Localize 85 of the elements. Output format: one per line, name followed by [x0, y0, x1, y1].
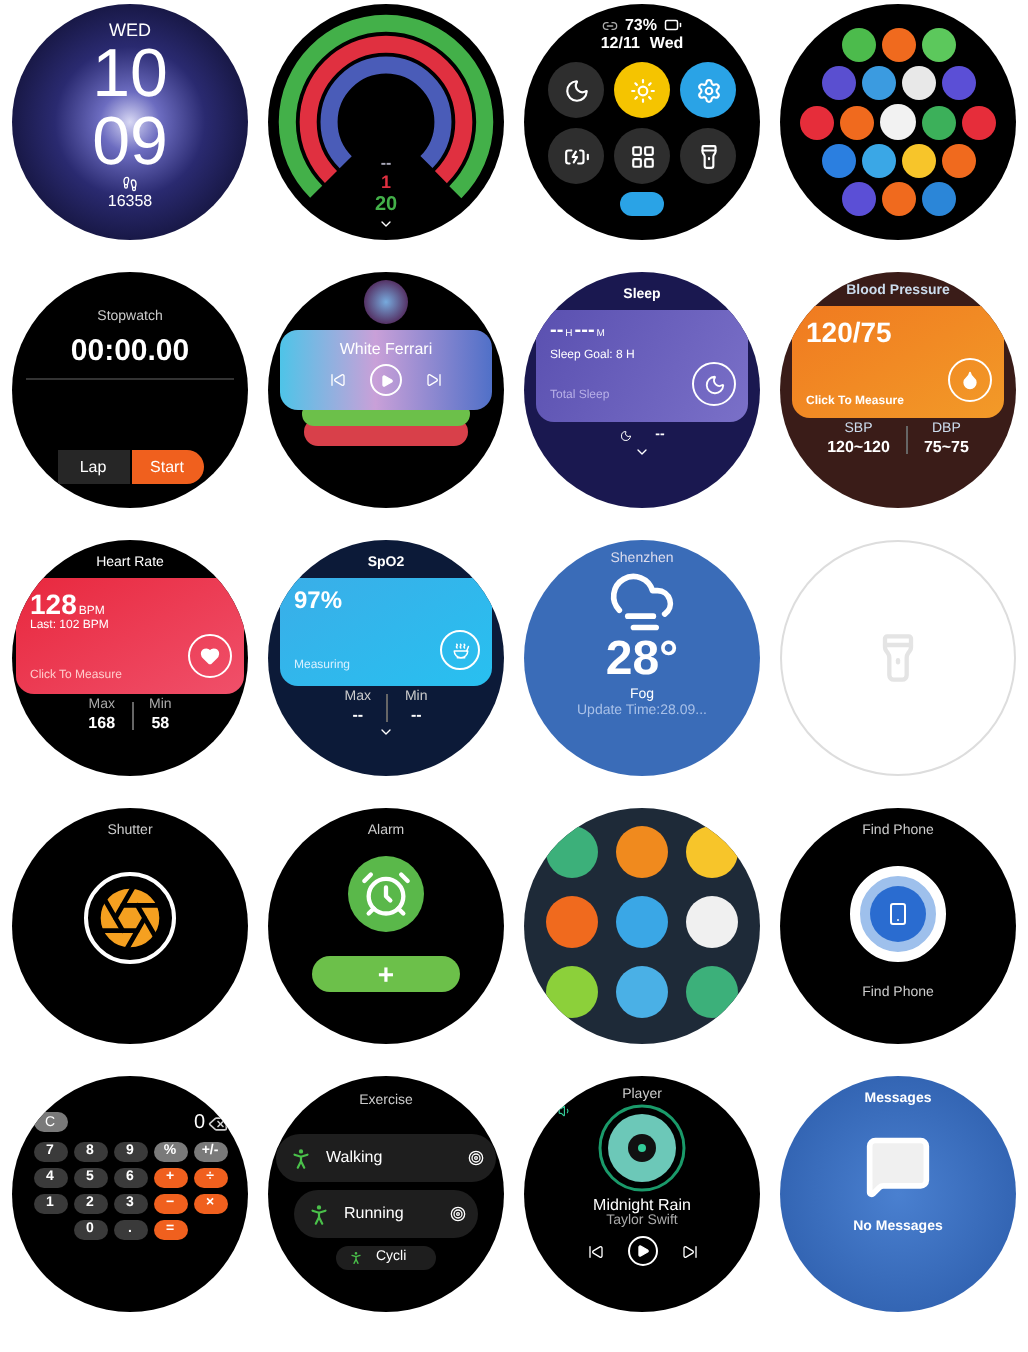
app-icon[interactable] — [686, 896, 738, 948]
app-icon[interactable] — [686, 966, 738, 1018]
app-icon[interactable] — [861, 144, 895, 178]
pressure-value: 120/75 — [806, 316, 894, 349]
chevron-icon — [378, 216, 394, 232]
stat-value: 120~120 — [827, 438, 890, 457]
weekday-text: Wed — [649, 34, 684, 53]
stat-value: -- — [410, 706, 422, 725]
stat-value: 168 — [88, 714, 116, 733]
next-icon[interactable] — [681, 1243, 697, 1260]
app-icon[interactable] — [616, 826, 668, 878]
settings-toggle[interactable] — [680, 62, 736, 119]
value-text: 20 — [374, 193, 398, 216]
vinyl-record-drawing — [598, 1104, 686, 1193]
settings-icon — [695, 77, 721, 104]
assistant-orb-icon — [364, 280, 408, 324]
app-icon[interactable] — [546, 966, 598, 1018]
app-icon[interactable] — [841, 28, 875, 62]
app-icon[interactable] — [901, 144, 935, 178]
app-icon[interactable] — [901, 66, 935, 100]
target-icon[interactable] — [468, 1150, 484, 1167]
app-icon[interactable] — [880, 104, 916, 140]
exercise-item[interactable]: Running — [294, 1190, 478, 1239]
heart-rate-value: 128 — [30, 588, 77, 621]
stopwatch-time: 00:00.00 — [70, 334, 190, 369]
brightness-icon — [629, 77, 655, 104]
app-icon[interactable] — [922, 105, 956, 139]
flashlight-toggle[interactable] — [680, 128, 736, 185]
date-text: 12/11 — [600, 34, 640, 53]
person-icon — [306, 1201, 332, 1228]
stat-value: -- — [352, 706, 364, 725]
flashlight-icon — [695, 143, 721, 170]
value-text: 1 — [380, 172, 391, 193]
message-icon — [864, 1132, 932, 1201]
dash-text: -- — [380, 153, 392, 173]
person-icon — [288, 1145, 314, 1172]
backspace-icon[interactable] — [207, 1113, 227, 1134]
lap-button[interactable]: Lap — [57, 450, 129, 485]
battery-icon — [663, 16, 681, 35]
moon-icon — [563, 77, 589, 104]
footprints-icon — [122, 176, 138, 193]
find-phone-button[interactable] — [850, 866, 946, 963]
previous-icon[interactable] — [587, 1243, 603, 1260]
app-icon[interactable] — [881, 182, 915, 216]
calculator-display: 0 — [193, 1112, 205, 1135]
spo2-value: 97% — [294, 588, 345, 616]
apps-icon — [629, 143, 655, 170]
battery-toggle[interactable] — [548, 128, 604, 185]
step-count: 16358 — [107, 192, 153, 212]
alarm-clock-icon — [348, 856, 424, 933]
app-icon[interactable] — [881, 28, 915, 62]
hours-value: -- — [550, 320, 564, 344]
app-icon[interactable] — [941, 144, 975, 178]
exercise-item[interactable]: Walking — [276, 1134, 496, 1183]
app-icon[interactable] — [840, 105, 874, 139]
day-label: WED — [109, 20, 151, 41]
song-title: Midnight Rain — [593, 1196, 691, 1215]
minutes-value: --- — [574, 320, 595, 344]
phone-icon — [886, 902, 910, 927]
link-icon — [602, 17, 619, 34]
app-icon[interactable] — [616, 966, 668, 1018]
moon-toggle[interactable] — [548, 62, 604, 119]
play-icon — [635, 1244, 649, 1259]
minute-digits: 09 — [92, 108, 168, 177]
speaker-icon — [558, 1104, 572, 1119]
moon-icon — [619, 430, 632, 443]
droplet-icon — [948, 358, 992, 403]
shutter-button[interactable] — [84, 872, 176, 965]
moon-icon — [692, 362, 736, 407]
person-icon — [348, 1250, 364, 1267]
app-icon[interactable] — [921, 28, 955, 62]
play-button[interactable] — [627, 1236, 657, 1267]
battery-percent: 73% — [624, 16, 657, 35]
stat-value: 75~75 — [923, 438, 969, 457]
hour-digits: 10 — [92, 40, 168, 109]
temperature: 28° — [605, 636, 679, 685]
oxygen-icon — [440, 630, 480, 671]
app-icon[interactable] — [861, 66, 895, 100]
stat-value: 58 — [151, 714, 170, 733]
brightness-toggle[interactable] — [614, 62, 670, 119]
battery-icon — [563, 143, 589, 170]
target-icon[interactable] — [450, 1206, 466, 1223]
apps-toggle[interactable] — [614, 128, 670, 185]
song-title: White Ferrari — [339, 340, 433, 359]
play-icon — [379, 373, 393, 388]
